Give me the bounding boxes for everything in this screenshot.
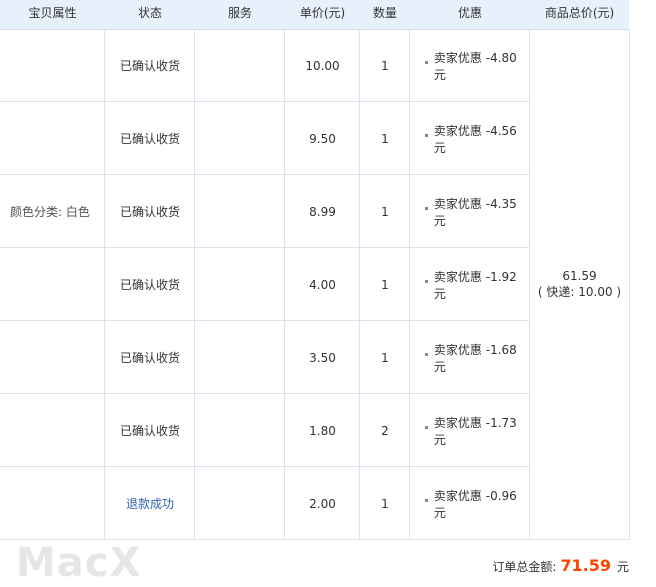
table-row: 颜色分类: 白色 已确认收货 8.99 1 卖家优惠 -4.35 元 bbox=[0, 175, 529, 248]
col-status-header: 状态 bbox=[137, 6, 162, 20]
table-row: 已确认收货 4.00 1 卖家优惠 -1.92 元 bbox=[0, 248, 529, 321]
price-cell: 8.99 bbox=[309, 204, 336, 219]
order-total: 订单总金额: 71.59 元 bbox=[492, 556, 629, 575]
service-cell bbox=[195, 467, 285, 540]
bullet-icon bbox=[425, 207, 428, 210]
price-cell: 2.00 bbox=[309, 496, 336, 511]
attr-cell bbox=[0, 29, 105, 102]
col-price-header: 单价(元) bbox=[299, 6, 346, 20]
table-header: 宝贝属性 状态 服务 单价(元) 数量 优惠 商品总价(元) bbox=[0, 0, 629, 30]
price-cell: 3.50 bbox=[309, 350, 336, 365]
discount-cell: 卖家优惠 -4.35 元 bbox=[410, 175, 530, 248]
col-discount-header: 优惠 bbox=[457, 6, 482, 20]
bullet-icon bbox=[425, 426, 428, 429]
grid-line bbox=[629, 29, 630, 539]
service-cell bbox=[195, 321, 285, 394]
service-cell bbox=[195, 394, 285, 467]
table-row: 已确认收货 3.50 1 卖家优惠 -1.68 元 bbox=[0, 321, 529, 394]
table-row: 已确认收货 9.50 1 卖家优惠 -4.56 元 bbox=[0, 102, 529, 175]
status-cell: 已确认收货 bbox=[119, 132, 180, 146]
price-cell: 4.00 bbox=[309, 277, 336, 292]
qty-cell: 2 bbox=[381, 423, 389, 438]
table-row: 退款成功 2.00 1 卖家优惠 -0.96 元 bbox=[0, 467, 529, 540]
qty-cell: 1 bbox=[381, 204, 389, 219]
attr-cell bbox=[0, 467, 105, 540]
col-total-header: 商品总价(元) bbox=[544, 6, 615, 20]
discount-text: 卖家优惠 -1.73 元 bbox=[433, 415, 517, 447]
order-total-label: 订单总金额: bbox=[492, 560, 557, 574]
discount-cell: 卖家优惠 -0.96 元 bbox=[410, 467, 530, 540]
discount-text: 卖家优惠 -1.92 元 bbox=[433, 269, 517, 301]
status-cell: 已确认收货 bbox=[119, 59, 180, 73]
goods-total-cell: 61.59 ( 快递: 10.00 ) bbox=[530, 29, 629, 539]
table-row: 已确认收货 1.80 2 卖家优惠 -1.73 元 bbox=[0, 394, 529, 467]
status-cell: 已确认收货 bbox=[119, 205, 180, 219]
bullet-icon bbox=[425, 499, 428, 502]
discount-cell: 卖家优惠 -4.56 元 bbox=[410, 102, 530, 175]
price-cell: 9.50 bbox=[309, 131, 336, 146]
col-attr-header: 宝贝属性 bbox=[28, 6, 77, 20]
col-service-header: 服务 bbox=[227, 6, 252, 20]
bullet-icon bbox=[425, 353, 428, 356]
qty-cell: 1 bbox=[381, 131, 389, 146]
price-cell: 10.00 bbox=[305, 58, 340, 73]
service-cell bbox=[195, 248, 285, 321]
qty-cell: 1 bbox=[381, 277, 389, 292]
bullet-icon bbox=[425, 134, 428, 137]
status-cell: 退款成功 bbox=[105, 467, 195, 540]
discount-text: 卖家优惠 -4.80 元 bbox=[433, 50, 517, 82]
discount-text: 卖家优惠 -4.56 元 bbox=[433, 123, 517, 155]
status-cell: 已确认收货 bbox=[119, 424, 180, 438]
attr-cell bbox=[0, 321, 105, 394]
discount-text: 卖家优惠 -1.68 元 bbox=[433, 342, 517, 374]
discount-cell: 卖家优惠 -1.68 元 bbox=[410, 321, 530, 394]
bullet-icon bbox=[425, 61, 428, 64]
discount-cell: 卖家优惠 -1.73 元 bbox=[410, 394, 530, 467]
status-cell: 已确认收货 bbox=[119, 278, 180, 292]
order-total-amount: 71.59 bbox=[560, 556, 611, 575]
discount-cell: 卖家优惠 -4.80 元 bbox=[410, 29, 530, 102]
service-cell bbox=[195, 175, 285, 248]
discount-text: 卖家优惠 -4.35 元 bbox=[433, 196, 517, 228]
discount-text: 卖家优惠 -0.96 元 bbox=[433, 488, 517, 520]
discount-cell: 卖家优惠 -1.92 元 bbox=[410, 248, 530, 321]
table-row: 已确认收货 10.00 1 卖家优惠 -4.80 元 bbox=[0, 29, 529, 102]
status-cell: 已确认收货 bbox=[119, 351, 180, 365]
attr-cell bbox=[0, 102, 105, 175]
attr-cell: 颜色分类: 白色 bbox=[10, 205, 90, 219]
attr-cell bbox=[0, 248, 105, 321]
watermark-logo: MacX bbox=[16, 540, 142, 586]
shipping-fee: ( 快递: 10.00 ) bbox=[537, 284, 622, 299]
qty-cell: 1 bbox=[381, 350, 389, 365]
service-cell bbox=[195, 102, 285, 175]
qty-cell: 1 bbox=[381, 496, 389, 511]
service-cell bbox=[195, 29, 285, 102]
order-total-unit: 元 bbox=[616, 560, 629, 574]
attr-cell bbox=[0, 394, 105, 467]
bullet-icon bbox=[425, 280, 428, 283]
price-cell: 1.80 bbox=[309, 423, 336, 438]
goods-total-amount: 61.59 bbox=[562, 268, 597, 283]
qty-cell: 1 bbox=[381, 58, 389, 73]
refund-status-link[interactable]: 退款成功 bbox=[126, 495, 174, 512]
col-qty-header: 数量 bbox=[372, 6, 397, 20]
